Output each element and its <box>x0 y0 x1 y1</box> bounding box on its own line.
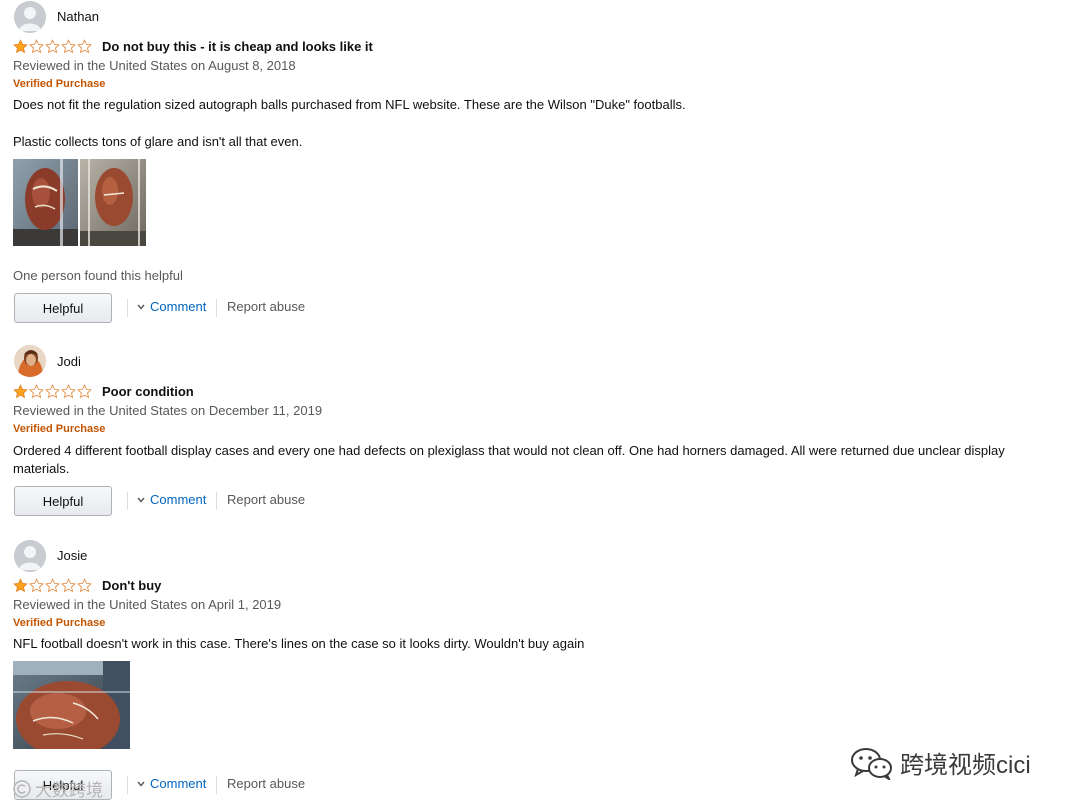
star-empty-icon <box>45 578 60 593</box>
helpful-button[interactable]: Helpful <box>14 486 112 516</box>
review-date: Reviewed in the United States on Decembe… <box>13 403 323 418</box>
star-empty-icon <box>29 578 44 593</box>
person-silhouette-icon <box>14 540 46 572</box>
review-date: Reviewed in the United States on August … <box>13 58 296 73</box>
helpful-button[interactable]: Helpful <box>14 293 112 323</box>
verified-purchase-badge[interactable]: Verified Purchase <box>13 78 105 90</box>
reviewer-name[interactable]: Jodi <box>57 354 81 369</box>
review-image-thumbnail[interactable] <box>13 159 78 246</box>
star-empty-icon <box>29 384 44 399</box>
verified-purchase-badge[interactable]: Verified Purchase <box>13 423 105 435</box>
star-rating[interactable] <box>13 578 92 593</box>
report-abuse-link[interactable]: Report abuse <box>227 776 305 791</box>
avatar[interactable] <box>14 540 46 572</box>
star-empty-icon <box>61 578 76 593</box>
review-images <box>13 159 146 246</box>
reviewer-name[interactable]: Nathan <box>57 9 99 24</box>
verified-purchase-badge[interactable]: Verified Purchase <box>13 617 105 629</box>
chevron-down-icon <box>137 781 145 787</box>
review-images <box>13 661 130 749</box>
report-abuse-link[interactable]: Report abuse <box>227 492 305 507</box>
star-rating[interactable] <box>13 384 92 399</box>
star-empty-icon <box>29 39 44 54</box>
review-title[interactable]: Poor condition <box>102 384 194 399</box>
star-filled-icon <box>13 384 28 399</box>
star-empty-icon <box>77 578 92 593</box>
star-empty-icon <box>61 384 76 399</box>
divider <box>127 299 128 317</box>
profile-photo <box>14 345 46 377</box>
wechat-icon <box>851 747 892 780</box>
watermark-text: 跨境视频cici <box>900 752 1031 779</box>
review-image-thumbnail[interactable] <box>80 159 146 246</box>
watermark-bottom-text: 大数跨境 <box>35 781 103 800</box>
star-empty-icon <box>61 39 76 54</box>
avatar[interactable] <box>14 1 46 33</box>
comment-link[interactable]: Comment <box>137 299 206 314</box>
watermark-bottom: 大数跨境 <box>12 776 103 801</box>
divider <box>216 299 217 317</box>
chevron-down-icon <box>137 497 145 503</box>
review-title[interactable]: Do not buy this - it is cheap and looks … <box>102 39 373 54</box>
review-body: NFL football doesn't work in this case. … <box>13 636 585 651</box>
star-empty-icon <box>45 39 60 54</box>
review-date: Reviewed in the United States on April 1… <box>13 597 282 612</box>
divider <box>216 776 217 794</box>
divider <box>127 776 128 794</box>
avatar[interactable] <box>14 345 46 377</box>
divider <box>127 492 128 510</box>
copyright-icon <box>13 779 31 798</box>
star-empty-icon <box>77 384 92 399</box>
star-filled-icon <box>13 578 28 593</box>
helpful-count: One person found this helpful <box>13 268 183 283</box>
comment-label: Comment <box>150 776 207 791</box>
review-image-thumbnail[interactable] <box>13 661 130 749</box>
review-title[interactable]: Don't buy <box>102 578 161 593</box>
person-silhouette-icon <box>14 1 46 33</box>
comment-link[interactable]: Comment <box>137 492 206 507</box>
review-body: Does not fit the regulation sized autogr… <box>13 97 686 112</box>
reviewer-name[interactable]: Josie <box>57 548 87 563</box>
comment-label: Comment <box>150 299 207 314</box>
chevron-down-icon <box>137 304 145 310</box>
star-filled-icon <box>13 39 28 54</box>
report-abuse-link[interactable]: Report abuse <box>227 299 305 314</box>
divider <box>216 492 217 510</box>
star-empty-icon <box>45 384 60 399</box>
review-body: Ordered 4 different football display cas… <box>13 443 1005 476</box>
comment-label: Comment <box>150 492 207 507</box>
review-body-paragraph-2: Plastic collects tons of glare and isn't… <box>13 134 303 149</box>
star-empty-icon <box>77 39 92 54</box>
comment-link[interactable]: Comment <box>137 776 206 791</box>
watermark: 跨境视频cici <box>850 745 1031 780</box>
star-rating[interactable] <box>13 39 92 54</box>
